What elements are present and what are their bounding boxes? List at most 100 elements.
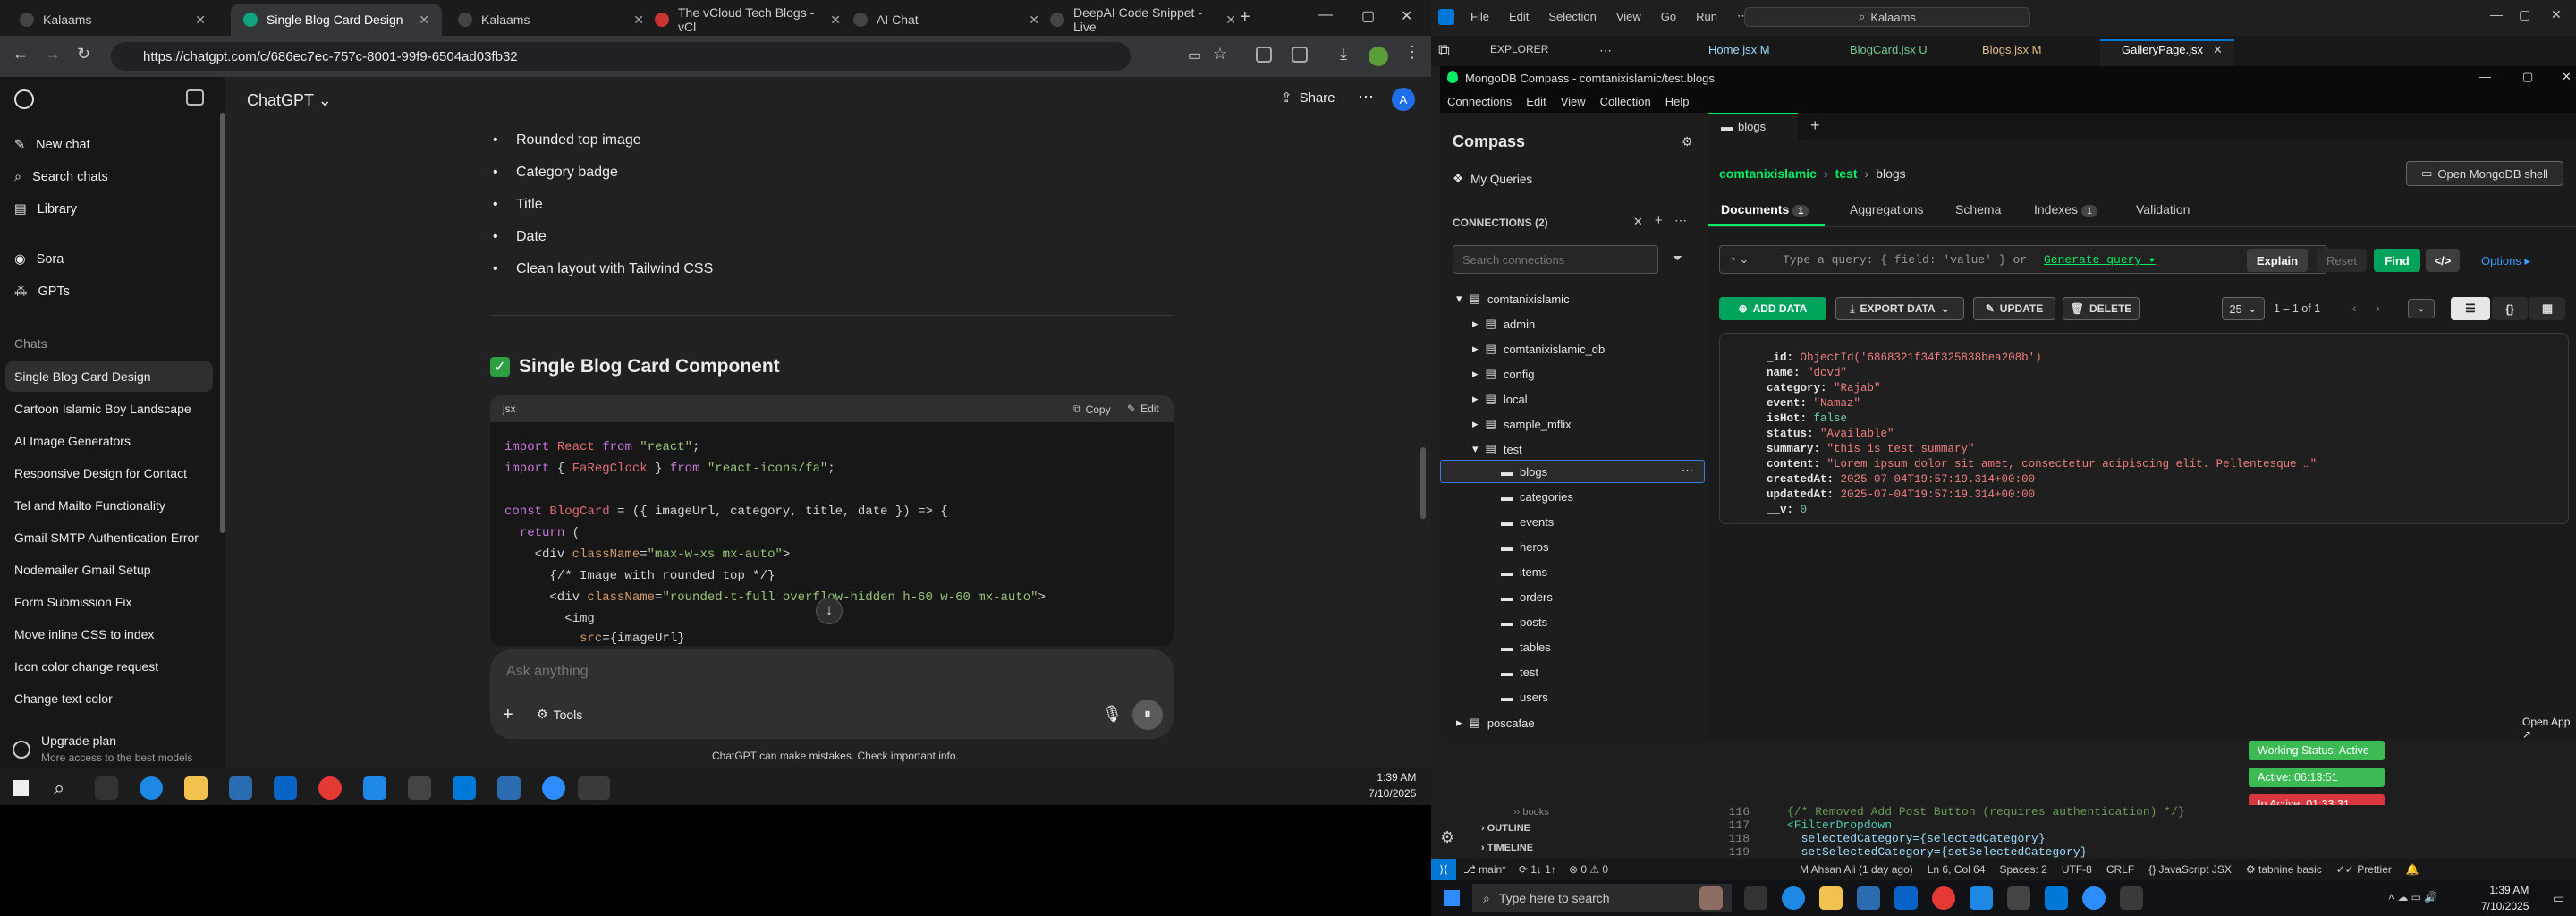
search-icon[interactable]: ⌕ [54, 776, 64, 800]
edge-icon[interactable] [140, 776, 163, 800]
install-icon[interactable]: ▭ [1188, 47, 1201, 64]
database-node[interactable]: ▸ ▤ comtanixislamic_db [1472, 342, 1605, 356]
chrome-icon[interactable] [1932, 886, 1955, 910]
collection-node[interactable]: ▬ items [1501, 565, 1547, 579]
windows-start-icon[interactable] [1444, 890, 1460, 906]
chat-item[interactable]: Cartoon Islamic Boy Landscape [14, 402, 191, 416]
list-view-icon[interactable]: ☰ [2451, 297, 2490, 320]
model-selector[interactable]: ChatGPT ⌄ [247, 91, 332, 110]
sync-icon[interactable]: ⟳ 1↓ 1↑ [1519, 863, 1556, 876]
chat-item[interactable]: Gmail SMTP Authentication Error [14, 530, 199, 545]
forward-arrow-icon[interactable]: → [45, 45, 61, 64]
explorer-more-icon[interactable]: ⋯ [1599, 43, 1612, 58]
menu-go[interactable]: Go [1661, 10, 1676, 23]
browser-tab[interactable]: Kalaams ✕ [445, 4, 657, 36]
outlook-icon[interactable] [1894, 886, 1918, 910]
collection-node[interactable]: ▬ events [1501, 515, 1554, 529]
vscode-icon[interactable] [2045, 886, 2068, 910]
menu-collection[interactable]: Collection [1600, 95, 1651, 108]
vscode-icon[interactable] [453, 776, 476, 800]
browser-tab-active[interactable]: Single Blog Card Design ✕ [231, 4, 442, 36]
browser-tab[interactable]: Kalaams ✕ [7, 4, 218, 36]
minimize-button[interactable]: — [2490, 7, 2503, 21]
close-tab-icon[interactable]: ✕ [195, 13, 206, 28]
database-node[interactable]: ▸ ▤ sample_mflix [1472, 417, 1572, 431]
editor-tab[interactable]: Home.jsx M [1708, 43, 1770, 56]
add-connection-icon[interactable]: + [1655, 213, 1663, 228]
app-icon[interactable] [363, 776, 386, 800]
chat-item[interactable]: Nodemailer Gmail Setup [14, 563, 151, 577]
menu-selection[interactable]: Selection [1548, 10, 1596, 23]
chrome-icon[interactable] [318, 776, 342, 800]
message-input[interactable] [506, 658, 1132, 685]
task-view-icon[interactable] [95, 776, 118, 800]
user-avatar[interactable]: A [1392, 88, 1415, 111]
microphone-icon[interactable]: 🎙 [1102, 705, 1123, 724]
close-tab-icon[interactable]: ✕ [2213, 43, 2223, 57]
explorer-icon[interactable]: ⧉ [1438, 41, 1450, 60]
database-node[interactable]: ▸ ▤ local [1472, 392, 1528, 406]
json-view-icon[interactable]: {} [2492, 297, 2528, 320]
library-button[interactable]: ▤ Library [14, 202, 77, 216]
toggle-sidebar-icon[interactable] [186, 89, 204, 106]
settings-gear-icon[interactable]: ⚙ [1682, 134, 1693, 149]
menu-edit[interactable]: Edit [1509, 10, 1529, 23]
chat-item[interactable]: Responsive Design for Contact [14, 466, 187, 480]
problems-item[interactable]: ⊗ 0 ⚠ 0 [1569, 863, 1608, 876]
new-chat-button[interactable]: ✎ New chat [14, 138, 90, 152]
sidebar-scrollbar[interactable] [220, 113, 225, 533]
tab-schema[interactable]: Schema [1955, 202, 2001, 216]
browser-tab[interactable]: DeepAI Code Snippet - Live ✕ [1038, 4, 1249, 36]
command-search[interactable]: ⌕ Kalaams [1744, 7, 2030, 27]
blame-item[interactable]: M Ahsan Ali (1 day ago) [1800, 863, 1913, 876]
download-icon[interactable]: ⤓ [1340, 45, 1347, 64]
connections-more-icon[interactable]: ⋯ [1674, 213, 1687, 228]
taskbar-search-box[interactable]: ⌕ Type here to search [1472, 884, 1732, 912]
maximize-button[interactable]: ▢ [2522, 70, 2533, 84]
active-app-icon[interactable] [578, 776, 610, 800]
breadcrumb-db[interactable]: test [1835, 166, 1858, 181]
zoom-icon[interactable] [542, 776, 565, 800]
more-options-icon[interactable]: ⋯ [1358, 88, 1374, 106]
search-connections-input[interactable] [1453, 245, 1658, 274]
delete-button[interactable]: 🗑 DELETE [2063, 297, 2140, 320]
chat-item[interactable]: Icon color change request [14, 659, 158, 674]
breadcrumb-connection[interactable]: comtanixislamic [1719, 166, 1817, 181]
collection-tab[interactable]: ▬ blogs [1721, 120, 1766, 133]
url-input[interactable]: https://chatgpt.com/c/686ec7ec-757c-8001… [111, 42, 1131, 71]
close-tab-icon[interactable]: ✕ [419, 13, 429, 28]
code-view-icon[interactable]: </> [2426, 249, 2460, 272]
minimize-button[interactable]: — [1318, 7, 1333, 23]
app-icon[interactable] [497, 776, 521, 800]
chat-item[interactable]: Move inline CSS to index [14, 627, 154, 641]
options-toggle[interactable]: Options ▸ [2481, 254, 2530, 268]
minimize-button[interactable]: — [2479, 70, 2491, 83]
collection-node[interactable]: ▬ posts [1501, 615, 1547, 629]
sort-toggle-icon[interactable]: ⌄ [2408, 299, 2435, 318]
table-view-icon[interactable]: ▦ [2529, 297, 2565, 320]
explain-button[interactable]: Explain [2247, 249, 2308, 272]
add-data-button[interactable]: ⊕ ADD DATA [1719, 297, 1826, 320]
connection-node[interactable]: ▸ ▤ poscafae [1456, 716, 1535, 730]
notifications-icon[interactable]: 🔔 [2406, 863, 2419, 876]
database-node[interactable]: ▾ ▤ test [1472, 442, 1522, 456]
tools-button[interactable]: ⚙ Tools [537, 707, 582, 722]
menu-run[interactable]: Run [1696, 10, 1717, 23]
filter-icon[interactable]: ⏷ [1673, 250, 1682, 266]
store-icon[interactable] [229, 776, 252, 800]
remote-icon[interactable]: ⟩⟨ [1431, 859, 1456, 880]
scroll-down-arrow-icon[interactable]: ↓ [816, 598, 843, 624]
collection-node[interactable]: ▬ orders [1501, 590, 1553, 604]
branch-item[interactable]: ⎇ main* [1463, 863, 1506, 876]
menu-kebab-icon[interactable]: ⋮ [1404, 43, 1420, 62]
tray-icons[interactable]: ˄ ☁ ▭ 🔊 [2388, 891, 2437, 903]
explorer-item[interactable]: ›› books [1513, 807, 1549, 818]
menu-view[interactable]: View [1616, 10, 1641, 23]
browser-tab[interactable]: The vCloud Tech Blogs - vCl ✕ [642, 4, 853, 36]
menu-connections[interactable]: Connections [1447, 95, 1512, 108]
windows-start-icon[interactable] [13, 780, 29, 796]
menu-view[interactable]: View [1561, 95, 1586, 108]
close-window-button[interactable]: ✕ [2562, 70, 2572, 84]
collection-node[interactable]: ▬ blogs [1501, 465, 1547, 479]
active-app-icon[interactable] [2120, 886, 2143, 910]
